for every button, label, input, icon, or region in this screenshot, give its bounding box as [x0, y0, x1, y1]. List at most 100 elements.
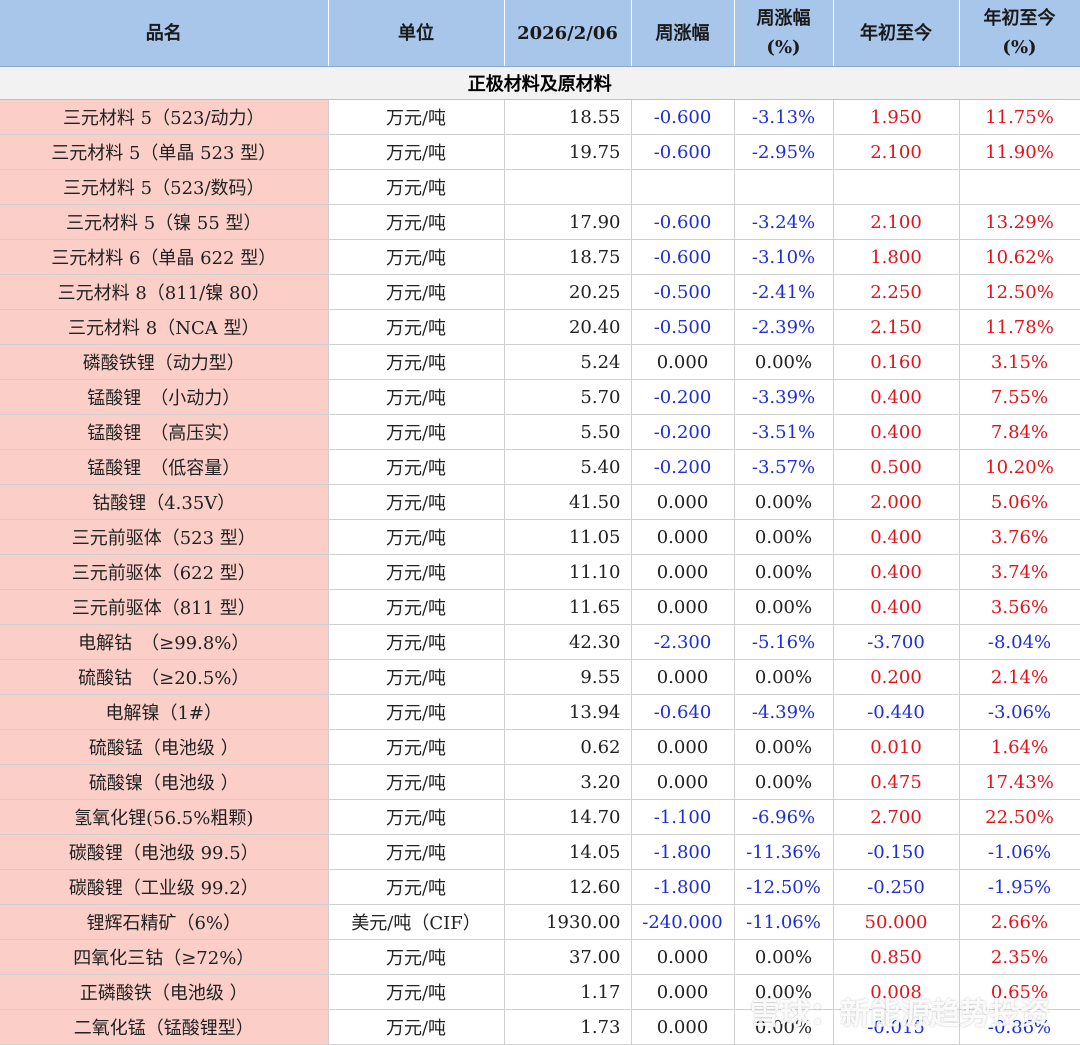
ytd-change-pct-cell: 3.15% — [959, 344, 1080, 380]
ytd-change-cell: 0.400 — [833, 519, 960, 555]
unit-cell: 万元/吨 — [328, 729, 505, 765]
table-row: 钴酸锂（4.35V） 万元/吨 41.50 0.000 0.00% 2.000 5.06% — [0, 484, 1080, 520]
table-row: 三元材料 8（811/镍 80） 万元/吨 20.25 -0.500 -2.41% 2.2… — [0, 274, 1080, 310]
weekly-change-pct-cell: -3.51% — [734, 414, 834, 450]
ytd-change-pct-cell: -0.86% — [959, 1009, 1080, 1045]
ytd-change-pct-cell: 1.64% — [959, 729, 1080, 765]
ytd-change-pct-cell — [959, 169, 1080, 205]
ytd-change-cell — [833, 169, 960, 205]
weekly-change-pct-cell: 0.00% — [734, 554, 834, 590]
product-name-cell: 三元材料 5（523/数码） — [0, 169, 329, 205]
price-cell: 5.24 — [504, 344, 632, 380]
price-cell: 13.94 — [504, 694, 632, 730]
ytd-change-pct-cell: 10.62% — [959, 239, 1080, 275]
price-cell: 14.05 — [504, 834, 632, 870]
weekly-change-pct-cell: -3.10% — [734, 239, 834, 275]
weekly-change-pct-cell: -2.41% — [734, 274, 834, 310]
weekly-change-pct-cell: 0.00% — [734, 519, 834, 555]
header-row: 品名 单位 2026/2/06 周涨幅 周涨幅 (%) 年初至今 年初至今 (%) — [0, 0, 1080, 67]
ytd-change-pct-cell: 11.78% — [959, 309, 1080, 345]
ytd-change-cell: -0.440 — [833, 694, 960, 730]
table-row: 三元材料 6（单晶 622 型） 万元/吨 18.75 -0.600 -3.10% 1.8… — [0, 239, 1080, 275]
table-row: 硫酸锰（电池级 ）万元/吨 0.62 0.000 0.00% 0.010 1.64% — [0, 729, 1080, 765]
ytd-change-cell: 2.100 — [833, 134, 960, 170]
table-row: 三元材料 5（523/动力） 万元/吨 18.55 -0.600 -3.13% 1.950… — [0, 99, 1080, 135]
unit-cell: 万元/吨 — [328, 99, 505, 135]
weekly-change-cell: 0.000 — [631, 764, 735, 800]
product-name-cell: 磷酸铁锂（动力型） — [0, 344, 329, 380]
ytd-change-pct-cell: -1.95% — [959, 869, 1080, 905]
weekly-change-pct-cell: -6.96% — [734, 799, 834, 835]
price-cell: 20.40 — [504, 309, 632, 345]
ytd-change-cell: 0.400 — [833, 414, 960, 450]
table-row: 锰酸锂 （低容量） 万元/吨 5.40 -0.200 -3.57% 0.500 10.20% — [0, 449, 1080, 485]
column-header: 年初至今 (%) — [959, 0, 1080, 67]
weekly-change-cell: 0.000 — [631, 554, 735, 590]
weekly-change-cell: -1.800 — [631, 834, 735, 870]
table-row: 锰酸锂 （小动力） 万元/吨 5.70 -0.200 -3.39% 0.400 7.55% — [0, 379, 1080, 415]
weekly-change-cell: 0.000 — [631, 484, 735, 520]
ytd-change-cell: 0.500 — [833, 449, 960, 485]
ytd-change-pct-cell: 12.50% — [959, 274, 1080, 310]
weekly-change-pct-cell — [734, 169, 834, 205]
ytd-change-cell: 2.150 — [833, 309, 960, 345]
table-row: 二氧化锰（锰酸锂型） 万元/吨 1.73 0.000 0.00% -0.015 -0.86% — [0, 1009, 1080, 1045]
unit-cell: 万元/吨 — [328, 764, 505, 800]
weekly-change-cell: 0.000 — [631, 519, 735, 555]
product-name-cell: 三元材料 5（523/动力） — [0, 99, 329, 135]
table-row: 氢氧化锂(56.5%粗颗) 万元/吨 14.70 -1.100 -6.96% 2.700 2… — [0, 799, 1080, 835]
ytd-change-pct-cell: 17.43% — [959, 764, 1080, 800]
ytd-change-pct-cell: 3.56% — [959, 589, 1080, 625]
weekly-change-pct-cell: 0.00% — [734, 939, 834, 975]
ytd-change-cell: -0.250 — [833, 869, 960, 905]
table-row: 碳酸锂（工业级 99.2） 万元/吨 12.60 -1.800 -12.50% -0.25… — [0, 869, 1080, 905]
table-row: 碳酸锂（电池级 99.5） 万元/吨 14.05 -1.800 -11.36% -0.15… — [0, 834, 1080, 870]
product-name-cell: 正磷酸铁（电池级 ） — [0, 974, 329, 1010]
ytd-change-cell: 0.400 — [833, 379, 960, 415]
ytd-change-cell: 0.400 — [833, 554, 960, 590]
price-cell: 3.20 — [504, 764, 632, 800]
ytd-change-pct-cell: 3.74% — [959, 554, 1080, 590]
table-row: 电解钴 （≥99.8%） 万元/吨 42.30 -2.300 -5.16% -3.700-… — [0, 624, 1080, 660]
price-cell: 11.65 — [504, 589, 632, 625]
product-name-cell: 二氧化锰（锰酸锂型） — [0, 1009, 329, 1045]
ytd-change-cell: 0.008 — [833, 974, 960, 1010]
ytd-change-pct-cell: 11.90% — [959, 134, 1080, 170]
weekly-change-cell: 0.000 — [631, 939, 735, 975]
unit-cell: 万元/吨 — [328, 169, 505, 205]
product-name-cell: 三元材料 5（镍 55 型） — [0, 204, 329, 240]
weekly-change-pct-cell: 0.00% — [734, 589, 834, 625]
weekly-change-pct-cell: -3.57% — [734, 449, 834, 485]
price-cell: 41.50 — [504, 484, 632, 520]
price-table: 品名 单位 2026/2/06 周涨幅 周涨幅 (%) 年初至今 年初至今 (%) 正极材料及原… — [0, 0, 1080, 1045]
price-cell: 1.73 — [504, 1009, 632, 1045]
product-name-cell: 氢氧化锂(56.5%粗颗) — [0, 799, 329, 835]
weekly-change-cell: -240.000 — [631, 904, 735, 940]
ytd-change-cell: -3.700 — [833, 624, 960, 660]
price-cell: 42.30 — [504, 624, 632, 660]
ytd-change-cell: 2.100 — [833, 204, 960, 240]
unit-cell: 万元/吨 — [328, 869, 505, 905]
weekly-change-cell: -0.200 — [631, 449, 735, 485]
ytd-change-cell: 0.400 — [833, 589, 960, 625]
product-name-cell: 钴酸锂（4.35V） — [0, 484, 329, 520]
ytd-change-pct-cell: -8.04% — [959, 624, 1080, 660]
table-row: 锂辉石精矿（6%） 美元/吨（CIF） 1930.00 -240.000 -11.06%… — [0, 904, 1080, 940]
ytd-change-pct-cell: 2.35% — [959, 939, 1080, 975]
section-row: 正极材料及原材料 — [0, 66, 1080, 100]
weekly-change-pct-cell: -3.39% — [734, 379, 834, 415]
unit-cell: 万元/吨 — [328, 414, 505, 450]
unit-cell: 万元/吨 — [328, 449, 505, 485]
ytd-change-cell: 2.000 — [833, 484, 960, 520]
table-row: 三元材料 5（镍 55 型） 万元/吨 17.90 -0.600 -3.24% 2.100… — [0, 204, 1080, 240]
unit-cell: 万元/吨 — [328, 274, 505, 310]
product-name-cell: 硫酸锰（电池级 ） — [0, 729, 329, 765]
column-header: 单位 — [328, 0, 505, 67]
table-row: 三元前驱体（523 型） 万元/吨 11.05 0.000 0.00% 0.400 3.76… — [0, 519, 1080, 555]
weekly-change-pct-cell: 0.00% — [734, 974, 834, 1010]
unit-cell: 万元/吨 — [328, 554, 505, 590]
price-cell: 18.75 — [504, 239, 632, 275]
product-name-cell: 三元前驱体（622 型） — [0, 554, 329, 590]
ytd-change-cell: 1.950 — [833, 99, 960, 135]
ytd-change-cell: 0.850 — [833, 939, 960, 975]
